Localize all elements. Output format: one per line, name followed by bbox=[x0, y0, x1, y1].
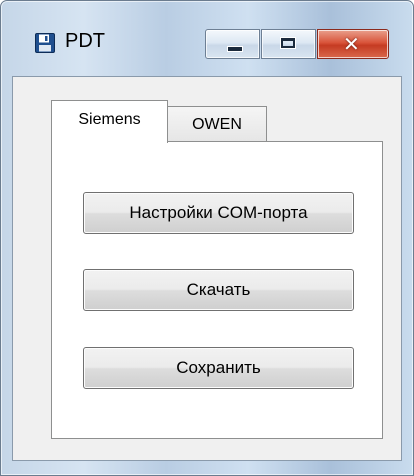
client-area: Siemens OWEN Настройки COM-порта Скачать… bbox=[12, 76, 402, 461]
close-icon: ✕ bbox=[343, 32, 360, 56]
maximize-icon bbox=[280, 37, 296, 49]
floppy-disk-icon[interactable] bbox=[35, 33, 55, 53]
minimize-button[interactable] bbox=[205, 29, 260, 59]
minimize-icon bbox=[227, 46, 243, 52]
download-button[interactable]: Скачать bbox=[83, 269, 354, 311]
app-window: PDT ✕ Siemens OWEN Настройки COM-порта С… bbox=[0, 0, 414, 476]
com-port-settings-button[interactable]: Настройки COM-порта bbox=[83, 192, 354, 234]
save-button[interactable]: Сохранить bbox=[83, 347, 354, 389]
siemens-tab-panel: Настройки COM-порта Скачать Сохранить bbox=[51, 141, 383, 439]
maximize-button[interactable] bbox=[261, 29, 316, 59]
tab-owen[interactable]: OWEN bbox=[167, 106, 267, 141]
tab-siemens[interactable]: Siemens bbox=[51, 100, 168, 143]
title-bar[interactable]: PDT ✕ bbox=[1, 1, 413, 59]
close-button[interactable]: ✕ bbox=[317, 29, 389, 59]
window-title: PDT bbox=[65, 30, 105, 52]
